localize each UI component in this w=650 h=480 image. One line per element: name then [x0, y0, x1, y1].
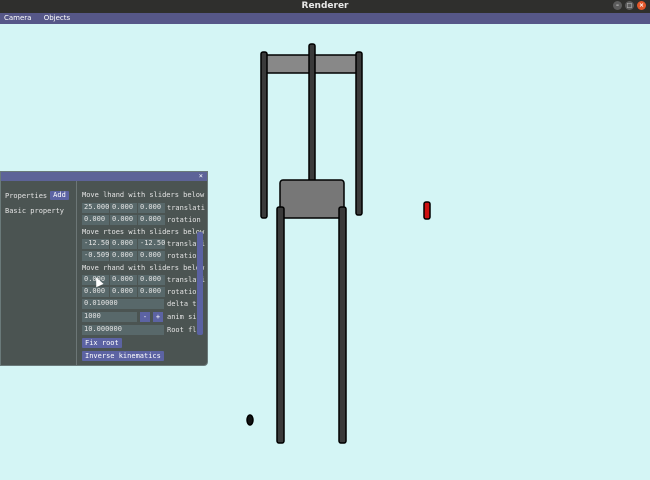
lhand-header: Move lhand with sliders below	[82, 191, 205, 199]
pelvis-block	[279, 179, 345, 219]
rtoes-header: Move rtoes with sliders below	[82, 228, 205, 236]
anim-decrement-button[interactable]: -	[140, 312, 150, 322]
rhand-rotation-z[interactable]: 0.000	[138, 287, 165, 297]
properties-header: Properties Add	[5, 191, 69, 200]
spine	[308, 43, 316, 183]
lhand-translation-y[interactable]: 0.000	[110, 203, 137, 213]
left-arm	[260, 51, 268, 219]
add-button[interactable]: Add	[50, 191, 69, 200]
panel-close-icon[interactable]: ×	[199, 172, 203, 181]
lhand-rotation-z[interactable]: 0.000	[138, 215, 165, 225]
lhand-translation-label: translation	[167, 204, 205, 212]
rtoes-translation-z[interactable]: -12.500	[138, 239, 165, 249]
basic-property-item[interactable]: Basic property	[5, 207, 64, 215]
delta-t-field[interactable]: 0.010000	[82, 299, 164, 309]
menu-camera[interactable]: Camera	[4, 14, 31, 22]
rhand-rotation-y[interactable]: 0.000	[110, 287, 137, 297]
lhand-rotation-label: rotation	[167, 216, 201, 224]
rtoes-rotation-z[interactable]: 0.000	[138, 251, 165, 261]
properties-content: Move lhand with sliders below 25.000 0.0…	[79, 181, 205, 365]
rhand-translation-z[interactable]: 0.000	[138, 275, 165, 285]
minimize-icon[interactable]: –	[613, 1, 622, 10]
properties-panel: × Properties Add Basic property Move lha…	[0, 171, 208, 366]
anim-increment-button[interactable]: +	[153, 312, 163, 322]
rhand-rotation-x[interactable]: 0.000	[82, 287, 109, 297]
fix-root-button[interactable]: Fix root	[82, 338, 122, 348]
window-controls: – □ ×	[613, 1, 646, 10]
maximize-icon[interactable]: □	[625, 1, 634, 10]
inverse-kinematics-button[interactable]: Inverse kinematics	[82, 351, 164, 361]
rhand-header: Move rhand with sliders below	[82, 264, 205, 272]
black-target-marker	[246, 414, 254, 426]
red-target-marker	[423, 201, 431, 220]
menu-bar: Camera Objects	[0, 13, 650, 24]
lhand-translation-x[interactable]: 25.000	[82, 203, 109, 213]
window-titlebar: Renderer – □ ×	[0, 0, 650, 13]
root-field[interactable]: 10.000000	[82, 325, 164, 335]
properties-sidebar: Properties Add Basic property	[1, 181, 77, 365]
close-icon[interactable]: ×	[637, 1, 646, 10]
left-leg	[276, 206, 285, 444]
properties-label: Properties	[5, 191, 48, 200]
right-arm	[355, 51, 363, 216]
rtoes-translation-y[interactable]: 0.000	[110, 239, 137, 249]
right-leg	[338, 206, 347, 444]
anim-speed-field[interactable]: 1000	[82, 312, 137, 322]
rtoes-translation-x[interactable]: -12.500	[82, 239, 109, 249]
panel-scrollbar[interactable]	[197, 232, 203, 335]
window-title: Renderer	[301, 1, 349, 11]
lhand-translation-z[interactable]: 0.000	[138, 203, 165, 213]
rtoes-rotation-y[interactable]: 0.000	[110, 251, 137, 261]
panel-titlebar[interactable]: ×	[1, 172, 207, 181]
rhand-translation-y[interactable]: 0.000	[110, 275, 137, 285]
lhand-rotation-x[interactable]: 0.000	[82, 215, 109, 225]
rtoes-rotation-x[interactable]: -0.509	[82, 251, 109, 261]
lhand-rotation-y[interactable]: 0.000	[110, 215, 137, 225]
menu-objects[interactable]: Objects	[44, 14, 70, 22]
